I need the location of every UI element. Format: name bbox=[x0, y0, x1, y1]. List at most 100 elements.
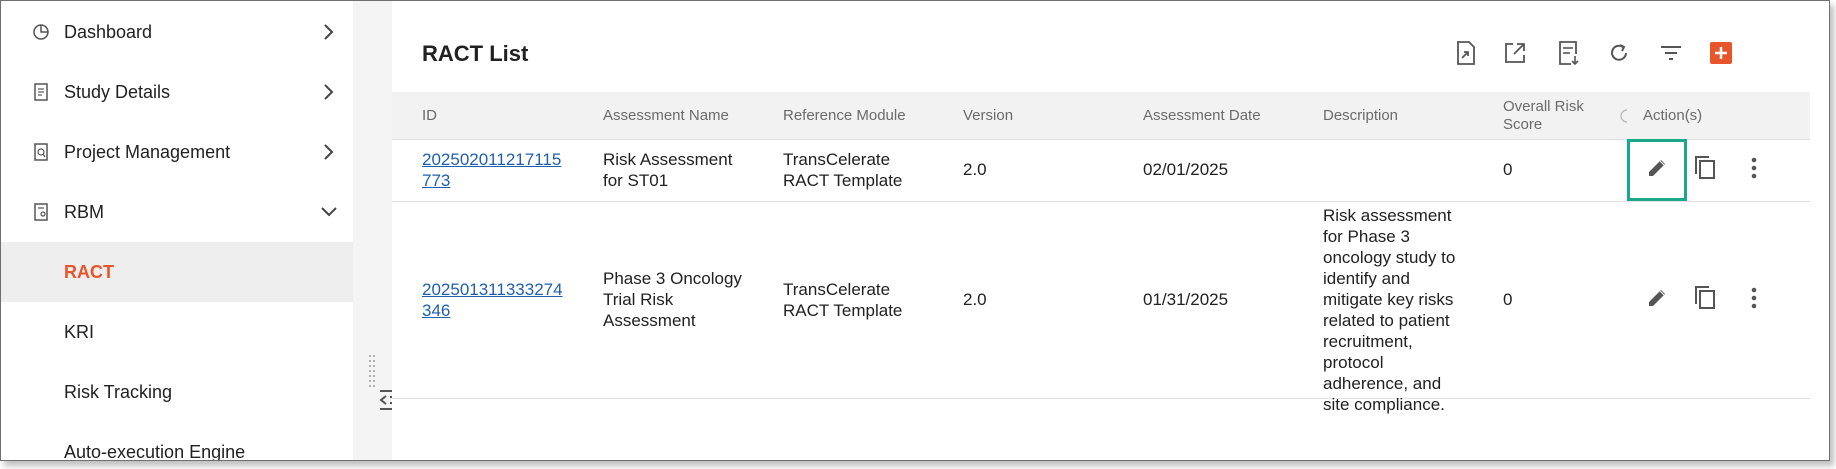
description-line: site compliance. bbox=[1323, 395, 1445, 414]
name-line: Trial Risk bbox=[603, 290, 674, 309]
sidebar-item-label: Auto-execution Engine bbox=[64, 441, 246, 461]
assessment-name: Risk Assessment for ST01 bbox=[603, 149, 732, 191]
reference-module: TransCelerate RACT Template bbox=[783, 279, 902, 321]
sidebar-item-auto-execution-engine[interactable]: Auto-execution Engine bbox=[1, 422, 353, 461]
column-header-reference-module[interactable]: Reference Module bbox=[783, 107, 906, 125]
sidebar-item-ract[interactable]: RACT bbox=[1, 242, 353, 302]
page-title: RACT List bbox=[422, 41, 529, 66]
column-header-assessment-name[interactable]: Assessment Name bbox=[603, 107, 729, 125]
ract-list-panel: RACT List ID Assessment Name Reference M… bbox=[392, 17, 1810, 460]
overall-risk-score: 0 bbox=[1503, 160, 1513, 179]
name-line: Phase 3 Oncology bbox=[603, 269, 742, 288]
assessment-id-link[interactable]: 202501311333274 346 bbox=[422, 279, 563, 321]
filter-button[interactable] bbox=[1657, 41, 1685, 69]
column-header-description[interactable]: Description bbox=[1323, 107, 1398, 125]
copy-icon bbox=[1693, 155, 1717, 186]
version: 2.0 bbox=[963, 160, 987, 179]
description-line: for Phase 3 bbox=[1323, 227, 1410, 246]
column-header-assessment-date[interactable]: Assessment Date bbox=[1143, 107, 1261, 125]
sidebar-item-study-details[interactable]: Study Details bbox=[1, 62, 353, 122]
refresh-button[interactable] bbox=[1605, 41, 1633, 69]
sidebar: Dashboard Study Details Project Manageme… bbox=[1, 1, 353, 460]
export-button[interactable] bbox=[1501, 41, 1529, 69]
module-line: TransCelerate bbox=[783, 280, 891, 299]
description-line: identify and bbox=[1323, 269, 1410, 288]
reference-module: TransCelerate RACT Template bbox=[783, 149, 902, 191]
id-text: 202502011217115 bbox=[422, 150, 562, 169]
name-line: Assessment bbox=[603, 311, 696, 330]
column-header-actions: Action(s) bbox=[1643, 107, 1703, 124]
copy-icon bbox=[1693, 285, 1717, 316]
sidebar-item-project-management[interactable]: Project Management bbox=[1, 122, 353, 182]
table-row: 202501311333274 346 Phase 3 Oncology Tri… bbox=[392, 201, 1810, 414]
sort-icon[interactable] bbox=[1618, 107, 1632, 125]
more-options-button[interactable] bbox=[1737, 153, 1771, 187]
document-search-icon bbox=[31, 142, 51, 162]
sidebar-item-label: Study Details bbox=[64, 81, 171, 102]
version: 2.0 bbox=[963, 290, 987, 309]
download-report-button[interactable] bbox=[1554, 40, 1582, 71]
edit-button[interactable] bbox=[1627, 139, 1687, 201]
edit-button[interactable] bbox=[1640, 283, 1674, 317]
sidebar-item-label: Risk Tracking bbox=[64, 381, 173, 402]
table-row: 202502011217115 773 Risk Assessment for … bbox=[392, 139, 1810, 202]
chevron-right-icon bbox=[319, 142, 339, 162]
id-text: 346 bbox=[422, 301, 451, 320]
id-text: 773 bbox=[422, 171, 451, 190]
description-line: related to patient bbox=[1323, 311, 1450, 330]
column-header-version[interactable]: Version bbox=[963, 107, 1013, 125]
sidebar-item-rbm[interactable]: RBM bbox=[1, 182, 353, 242]
assessment-date: 01/31/2025 bbox=[1143, 290, 1229, 309]
name-line: for ST01 bbox=[603, 171, 669, 190]
copy-button[interactable] bbox=[1688, 283, 1722, 317]
import-icon bbox=[1455, 40, 1477, 71]
add-icon bbox=[1710, 41, 1732, 69]
assessment-date: 02/01/2025 bbox=[1143, 160, 1229, 179]
refresh-icon bbox=[1607, 41, 1631, 70]
sidebar-item-label: Project Management bbox=[64, 141, 231, 162]
add-button[interactable] bbox=[1707, 41, 1735, 69]
pencil-icon bbox=[1646, 157, 1668, 184]
sidebar-item-label: KRI bbox=[64, 321, 95, 342]
description-line: protocol bbox=[1323, 353, 1384, 372]
description-line: adherence, and bbox=[1323, 374, 1442, 393]
copy-button[interactable] bbox=[1688, 153, 1722, 187]
resize-handle[interactable] bbox=[367, 353, 377, 393]
sidebar-item-kri[interactable]: KRI bbox=[1, 302, 353, 362]
document-icon bbox=[31, 82, 51, 102]
overall-risk-score: 0 bbox=[1503, 290, 1513, 309]
sidebar-item-risk-tracking[interactable]: Risk Tracking bbox=[1, 362, 353, 422]
pie-chart-icon bbox=[31, 22, 51, 42]
sidebar-item-label: RBM bbox=[64, 201, 104, 222]
more-vertical-icon bbox=[1751, 157, 1757, 184]
column-header-label: Overall Risk bbox=[1503, 98, 1584, 115]
filter-icon bbox=[1659, 43, 1683, 68]
document-person-icon bbox=[31, 202, 51, 222]
app-window: Dashboard Study Details Project Manageme… bbox=[0, 0, 1830, 461]
sidebar-item-label: Dashboard bbox=[64, 21, 153, 42]
module-line: RACT Template bbox=[783, 301, 903, 320]
sidebar-item-label: RACT bbox=[64, 261, 114, 282]
description-line: recruitment, bbox=[1323, 332, 1413, 351]
download-report-icon bbox=[1557, 40, 1579, 71]
description: Risk assessment for Phase 3 oncology stu… bbox=[1323, 205, 1455, 415]
description-line: mitigate key risks bbox=[1323, 290, 1454, 309]
table-header: ID Assessment Name Reference Module Vers… bbox=[392, 92, 1810, 140]
column-header-label: Score bbox=[1503, 116, 1543, 133]
chevron-right-icon bbox=[319, 22, 339, 42]
more-vertical-icon bbox=[1751, 287, 1757, 314]
module-line: RACT Template bbox=[783, 171, 903, 190]
sidebar-item-dashboard[interactable]: Dashboard bbox=[1, 2, 353, 62]
description-line: Risk assessment bbox=[1323, 206, 1452, 225]
column-header-id[interactable]: ID bbox=[422, 107, 437, 125]
id-text: 202501311333274 bbox=[422, 280, 563, 299]
module-line: TransCelerate bbox=[783, 150, 891, 169]
assessment-id-link[interactable]: 202502011217115 773 bbox=[422, 149, 561, 191]
chevron-down-icon bbox=[319, 202, 339, 222]
pencil-icon bbox=[1646, 287, 1668, 314]
import-button[interactable] bbox=[1452, 40, 1480, 71]
column-header-overall-risk-score[interactable]: Overall Risk Score bbox=[1503, 98, 1584, 134]
chevron-right-icon bbox=[319, 82, 339, 102]
export-icon bbox=[1503, 41, 1527, 70]
more-options-button[interactable] bbox=[1737, 283, 1771, 317]
